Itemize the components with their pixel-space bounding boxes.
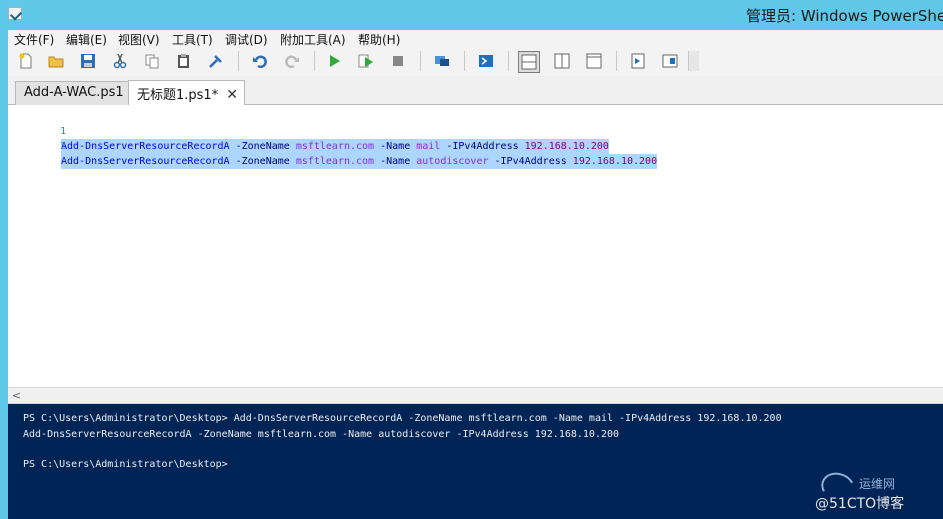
script-editor[interactable]: 1 Add-DnsServerResourceRecordA -ZoneName…	[8, 105, 943, 387]
clear-icon[interactable]	[206, 51, 226, 71]
line-number: 2	[60, 141, 67, 152]
tab-label: Add-A-WAC.ps1	[24, 85, 124, 100]
menu-help[interactable]: 帮助(H)	[358, 31, 400, 48]
menu-view[interactable]: 视图(V)	[118, 31, 160, 48]
code-number: 192.168.10.200	[572, 156, 658, 167]
stop-icon[interactable]	[388, 51, 408, 71]
horizontal-scrollbar[interactable]: <	[8, 387, 943, 404]
watermark: 运维网 @51CTO博客	[815, 468, 935, 513]
script-tabs: Add-A-WAC.ps1 无标题1.ps1* ✕	[8, 76, 943, 106]
layout-max-icon[interactable]	[584, 51, 604, 71]
menu-file[interactable]: 文件(F)	[14, 31, 54, 48]
toolbar-overflow[interactable]	[688, 51, 699, 71]
title-bar: 管理员: Windows PowerShe	[0, 0, 943, 30]
code-argument: autodiscover	[416, 156, 489, 167]
toolbar-separator	[420, 51, 421, 71]
code-command: Add-DnsServerResourceRecordA	[61, 156, 230, 167]
show-commands-icon[interactable]	[628, 51, 648, 71]
new-icon[interactable]	[16, 51, 36, 71]
code-argument: msftlearn.com	[295, 141, 375, 152]
remote-icon[interactable]	[432, 51, 452, 71]
toolbar-separator	[314, 51, 315, 71]
redo-icon[interactable]	[282, 51, 302, 71]
toolbar-separator	[616, 51, 617, 71]
undo-icon[interactable]	[250, 51, 270, 71]
toolbar-separator	[464, 51, 465, 71]
tab-untitled1[interactable]: 无标题1.ps1* ✕	[128, 80, 245, 106]
close-icon[interactable]: ✕	[226, 87, 238, 103]
menu-tools[interactable]: 工具(T)	[172, 31, 213, 48]
code-text: Add-DnsServerResourceRecordA -ZoneName m…	[61, 139, 609, 154]
toolbar-separator	[238, 51, 239, 71]
code-text: Add-DnsServerResourceRecordA -ZoneName m…	[61, 154, 658, 169]
powershell-icon[interactable]	[476, 51, 496, 71]
code-parameter: -Name	[374, 156, 417, 167]
code-argument: msftlearn.com	[295, 156, 375, 167]
menu-bar: 文件(F) 编辑(E) 视图(V) 工具(T) 调试(D) 附加工具(A) 帮助…	[8, 30, 943, 47]
code-command: Add-DnsServerResourceRecordA	[61, 141, 230, 152]
run-icon[interactable]	[324, 51, 344, 71]
code-parameter: -IPv4Address	[440, 141, 525, 152]
menu-debug[interactable]: 调试(D)	[225, 31, 268, 48]
save-icon[interactable]	[78, 51, 98, 71]
editor-line: 1 Add-DnsServerResourceRecordA -ZoneName…	[8, 109, 609, 154]
paste-icon[interactable]	[174, 51, 194, 71]
watermark-bottom-text: @51CTO博客	[815, 496, 905, 512]
open-icon[interactable]	[46, 51, 66, 71]
console-line: Add-DnsServerResourceRecordA -ZoneName m…	[23, 429, 620, 440]
toolbar	[8, 47, 943, 76]
tab-add-a-wac[interactable]: Add-A-WAC.ps1	[15, 81, 131, 105]
code-parameter: -ZoneName	[229, 156, 296, 167]
menu-edit[interactable]: 编辑(E)	[66, 31, 107, 48]
editor-line: 2 Add-DnsServerResourceRecordA -ZoneName…	[8, 124, 658, 169]
scroll-left-icon[interactable]: <	[8, 388, 25, 403]
copy-icon[interactable]	[142, 51, 162, 71]
code-number: 192.168.10.200	[524, 141, 609, 152]
line-number: 1	[60, 126, 67, 137]
layout-top-icon[interactable]	[518, 51, 540, 73]
toolbar-separator	[508, 51, 509, 71]
console-prompt: PS C:\Users\Administrator\Desktop>	[23, 459, 228, 470]
cut-icon[interactable]	[110, 51, 130, 71]
powershell-app-icon[interactable]	[8, 7, 22, 20]
show-addon-icon[interactable]	[660, 51, 680, 71]
watermark-top-text: 运维网	[859, 477, 896, 491]
window-title: 管理员: Windows PowerShe	[746, 7, 943, 25]
layout-right-icon[interactable]	[552, 51, 572, 71]
code-parameter: -ZoneName	[229, 141, 296, 152]
code-parameter: -IPv4Address	[488, 156, 573, 167]
code-argument: mail	[416, 141, 441, 152]
console-line: PS C:\Users\Administrator\Desktop> Add-D…	[23, 413, 782, 424]
menu-addons[interactable]: 附加工具(A)	[280, 31, 346, 48]
run-selection-icon[interactable]	[356, 51, 376, 71]
window-border	[0, 30, 8, 519]
code-parameter: -Name	[374, 141, 417, 152]
tab-label: 无标题1.ps1*	[137, 88, 219, 103]
console-pane[interactable]: PS C:\Users\Administrator\Desktop> Add-D…	[8, 404, 943, 519]
